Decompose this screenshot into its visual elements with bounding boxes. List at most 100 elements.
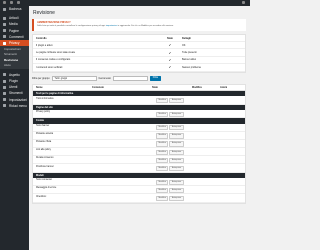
edit-button[interactable]: Modifica xyxy=(156,195,169,202)
users-icon xyxy=(3,85,6,89)
privacy-notice: AMMINISTRAZIONE PRIVACY Dalla lista qui … xyxy=(32,19,246,31)
user-avatar-icon[interactable] xyxy=(242,1,245,4)
submenu-item-aiuto[interactable]: Aiuto xyxy=(0,63,29,68)
sidebar-item-label: Media xyxy=(9,22,18,27)
checkmark-icon: ✔ xyxy=(168,43,172,48)
preview-button[interactable]: Anteprima xyxy=(169,195,184,202)
sidebar-item-label: Privacy xyxy=(9,40,20,45)
summary-row: Le pagine richieste sono state create ✔ Tu… xyxy=(33,49,245,57)
admin-sidebar: Bacheca Articoli Media Pagine Commenti P… xyxy=(0,6,29,250)
search-input[interactable] xyxy=(112,76,148,81)
row-label: Link alla policy xyxy=(36,149,51,152)
edit-button[interactable]: Modifica xyxy=(156,111,169,117)
table-row: Checkbox Modifica Anteprima xyxy=(33,194,245,203)
preview-button[interactable]: Anteprima xyxy=(169,149,184,156)
admin-bar xyxy=(0,0,250,6)
preview-button[interactable]: Anteprima xyxy=(169,157,184,164)
row-label: Pulsante accetta xyxy=(36,132,53,135)
sidebar-item-label: Strumenti xyxy=(9,91,23,96)
main-content: Revisione AMMINISTRAZIONE PRIVACY Dalla … xyxy=(32,8,246,204)
preview-button[interactable]: Anteprima xyxy=(169,111,184,117)
summary-row: Il plugin è attivo ✔ OK xyxy=(33,42,245,50)
group-filter-select[interactable]: Tutti i gruppi xyxy=(51,76,97,81)
row-label: Messaggio di errore xyxy=(36,187,57,190)
checkmark-icon: ✔ xyxy=(168,50,172,55)
table-row: Link alla policy Modifica Anteprima xyxy=(33,148,245,157)
table-row: Durata consenso Modifica Anteprima xyxy=(33,156,245,165)
edit-button[interactable]: Modifica xyxy=(156,125,169,131)
edit-button[interactable]: Modifica xyxy=(156,179,169,185)
page-title: Revisione xyxy=(33,10,55,16)
filter-label: Filtra per gruppo xyxy=(32,77,50,81)
sidebar-item-privacy[interactable]: Privacy xyxy=(0,39,29,47)
column-header-status: Stato xyxy=(152,85,158,89)
summary-check-label: I contenuti sono verificati xyxy=(36,65,63,69)
sidebar-item-label: Articoli xyxy=(9,16,19,21)
sidebar-collapse-menu[interactable]: Riduci menu xyxy=(0,103,29,109)
page-icon xyxy=(3,29,6,33)
wordpress-logo-icon[interactable] xyxy=(3,1,6,4)
summary-table: Controllo Stato Dettagli Il plugin è att… xyxy=(32,34,246,73)
edit-button[interactable]: Modifica xyxy=(156,97,169,104)
summary-row: Il consenso cookie è configurato ✔ Banner … xyxy=(33,57,245,65)
notice-settings-link[interactable]: impostazioni xyxy=(106,25,118,27)
preview-button[interactable]: Anteprima xyxy=(169,141,184,147)
dashboard-icon xyxy=(3,7,6,11)
preview-button[interactable]: Anteprima xyxy=(169,133,184,139)
sidebar-item-bacheca[interactable]: Bacheca xyxy=(0,6,29,12)
edit-button[interactable]: Modifica xyxy=(156,133,169,139)
row-label: Testo banner xyxy=(36,124,50,127)
preview-button[interactable]: Anteprima xyxy=(169,97,184,104)
edit-button[interactable]: Modifica xyxy=(156,157,169,164)
shield-icon xyxy=(3,41,6,45)
table-row: Posizione banner Modifica Anteprima xyxy=(33,164,245,173)
table-row: Pulsante rifiuta Modifica Anteprima xyxy=(33,140,245,149)
checkmark-icon: ✔ xyxy=(168,57,172,62)
filter-button[interactable]: Filtra xyxy=(149,76,161,81)
column-header-content: Contenuto xyxy=(92,85,104,89)
comments-icon[interactable] xyxy=(17,1,20,4)
sidebar-item-label: Plugin xyxy=(9,79,18,84)
row-label: Posizione banner xyxy=(36,165,54,168)
edit-button[interactable]: Modifica xyxy=(156,149,169,156)
sidebar-item-label: Riduci menu xyxy=(9,103,27,108)
row-label: Checkbox xyxy=(36,195,47,198)
row-label: Testo consenso xyxy=(36,179,52,182)
notice-title: AMMINISTRAZIONE PRIVACY xyxy=(37,21,71,24)
summary-header-row: Controllo Stato Dettagli xyxy=(33,35,245,42)
preview-button[interactable]: Anteprima xyxy=(169,187,184,194)
column-header-actions: Azioni xyxy=(220,85,228,89)
row-label: Durata consenso xyxy=(36,157,54,160)
site-home-icon[interactable] xyxy=(10,1,13,4)
summary-detail: Tutte presenti xyxy=(182,51,197,55)
summary-header-details: Dettagli xyxy=(182,36,191,40)
summary-check-label: Il plugin è attivo xyxy=(36,43,53,47)
media-icon xyxy=(3,22,6,26)
row-label: Titolo informativa xyxy=(36,97,54,100)
settings-icon xyxy=(3,98,6,102)
table-row: Titolo informativa Modifica Anteprima xyxy=(33,96,245,105)
brush-icon xyxy=(3,73,6,77)
edit-button[interactable]: Modifica xyxy=(156,166,169,172)
summary-detail: Nessun problema xyxy=(182,65,201,69)
table-row: Testo banner Modifica Anteprima xyxy=(33,124,245,132)
comment-icon xyxy=(3,35,6,39)
texts-table: Nome Contenuto Stato Modifica Azioni Tes… xyxy=(32,83,246,204)
table-row: Privacy policy Modifica Anteprima xyxy=(33,110,245,119)
summary-check-label: Le pagine richieste sono state create xyxy=(36,51,76,55)
table-row: Pulsante accetta Modifica Anteprima xyxy=(33,132,245,140)
notice-line-1: Dalla lista qui sotto è possibile contro… xyxy=(37,25,106,27)
preview-button[interactable]: Anteprima xyxy=(169,125,184,131)
edit-button[interactable]: Modifica xyxy=(156,187,169,194)
sidebar-item-label: Aspetto xyxy=(9,72,20,77)
edit-button[interactable]: Modifica xyxy=(156,141,169,147)
sidebar-item-label: Commenti xyxy=(9,34,24,39)
summary-row: I contenuti sono verificati ✔ Nessun probl… xyxy=(33,64,245,72)
preview-button[interactable]: Anteprima xyxy=(169,166,184,172)
sidebar-item-label: Pagine xyxy=(9,28,19,33)
column-header-name: Nome xyxy=(36,85,43,89)
sidebar-item-label: Impostazioni xyxy=(9,97,27,102)
table-row: Messaggio di errore Modifica Anteprima xyxy=(33,186,245,195)
summary-detail: Banner attivo xyxy=(182,58,197,62)
preview-button[interactable]: Anteprima xyxy=(169,179,184,185)
